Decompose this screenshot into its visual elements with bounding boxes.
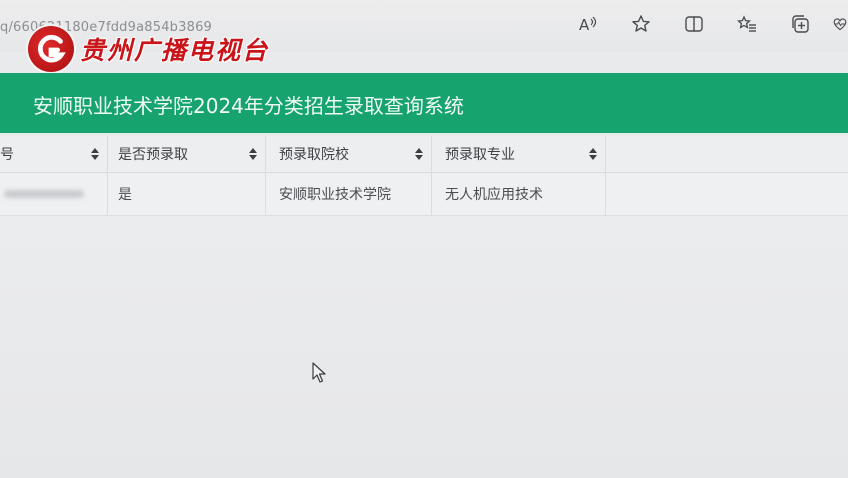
svg-text:A: A: [579, 16, 590, 34]
table-header: 号 是否预录取 预录取院校 预录取专业: [0, 136, 848, 173]
table-row[interactable]: 是 安顺职业技术学院 无人机应用技术: [0, 173, 848, 216]
page-title: 安顺职业技术学院2024年分类招生录取查询系统: [33, 94, 464, 118]
read-aloud-icon[interactable]: A: [574, 10, 602, 38]
column-header-id[interactable]: 号: [0, 136, 108, 172]
sort-icon[interactable]: [91, 148, 99, 160]
cell-school: 安顺职业技术学院: [266, 173, 432, 215]
blurred-id-redaction: [4, 190, 84, 198]
column-header-label: 是否预录取: [118, 147, 188, 163]
mouse-cursor-icon: [312, 362, 326, 384]
sort-icon[interactable]: [415, 148, 423, 160]
cell-admitted: 是: [108, 173, 266, 215]
favorites-list-icon[interactable]: [733, 10, 761, 38]
column-header-school[interactable]: 预录取院校: [266, 136, 432, 172]
column-header-major[interactable]: 预录取专业: [432, 136, 606, 172]
tv-station-watermark: 贵州广播电视台: [28, 24, 269, 74]
favorite-star-icon[interactable]: [627, 10, 655, 38]
column-header-admitted[interactable]: 是否预录取: [108, 136, 266, 172]
sort-icon[interactable]: [249, 148, 257, 160]
split-screen-icon[interactable]: [680, 10, 708, 38]
column-header-label: 号: [0, 147, 14, 163]
cell-major: 无人机应用技术: [432, 173, 606, 215]
empty-content-area: [0, 216, 848, 478]
column-header-label: 预录取院校: [279, 147, 349, 163]
cell-id: [0, 173, 108, 215]
app-header: 安顺职业技术学院2024年分类招生录取查询系统: [0, 73, 848, 133]
column-header-label: 预录取专业: [445, 147, 515, 163]
browser-toolbar-icons: A: [549, 10, 848, 38]
sort-icon[interactable]: [589, 148, 597, 160]
collections-icon[interactable]: [786, 10, 814, 38]
health-icon[interactable]: [832, 10, 848, 38]
station-logo-text: 贵州广播电视台: [80, 36, 270, 65]
results-table: 号 是否预录取 预录取院校 预录取专业 是 安顺职业技术学院 无人机应用技术: [0, 136, 848, 216]
station-logo-icon: [28, 26, 74, 72]
